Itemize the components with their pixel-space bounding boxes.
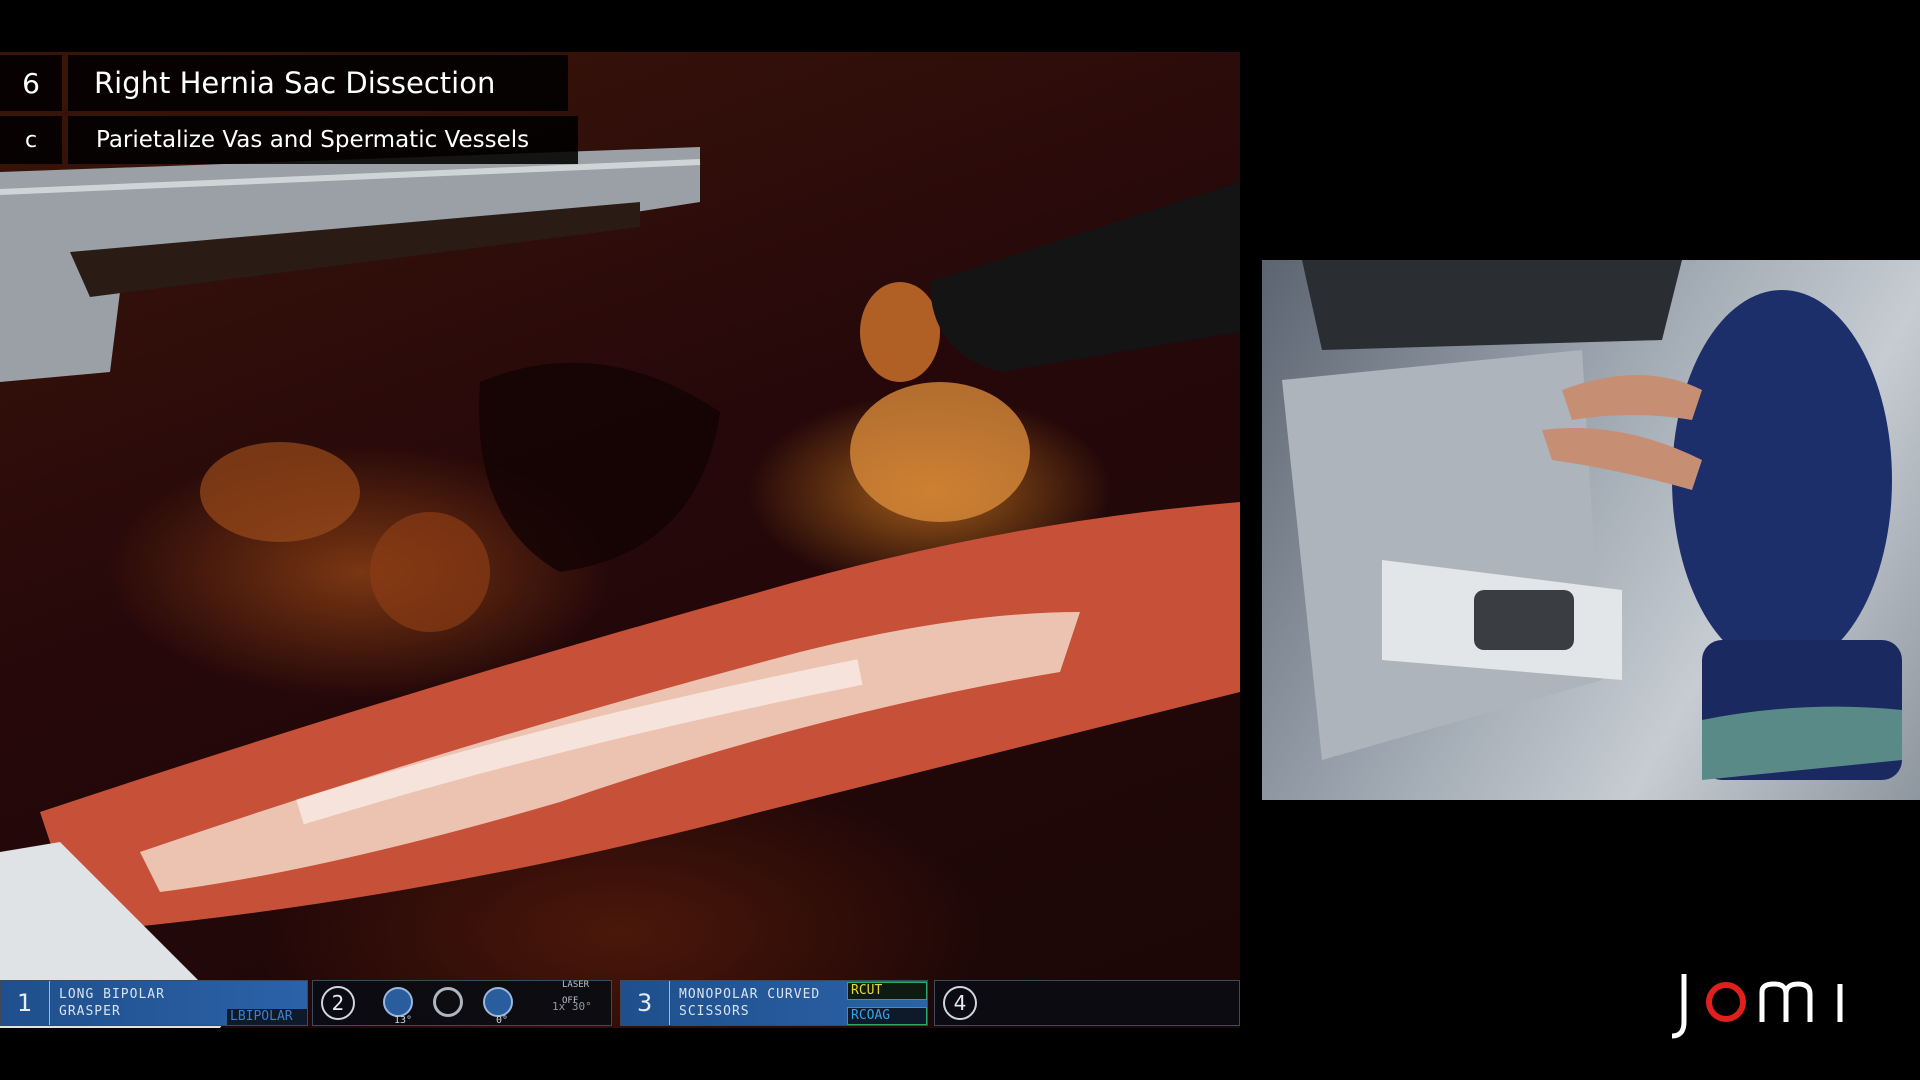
arm-4-number: 4: [943, 986, 977, 1020]
arm-3-tool-name: MONOPOLAR CURVED SCISSORS: [679, 987, 821, 1019]
chapter-title-row: 6 Right Hernia Sac Dissection: [0, 55, 568, 111]
arm-1-tool-name: LONG BIPOLAR GRASPER: [59, 987, 165, 1019]
arm-2-number: 2: [321, 986, 355, 1020]
subchapter-row: c Parietalize Vas and Spermatic Vessels: [0, 116, 578, 164]
arm-2-camera-slot: 2 LASER OFF 13° 0° 1x 30°: [312, 980, 612, 1026]
robot-instrument-hud: 1 LONG BIPOLAR GRASPER LBIPOLAR 2 LASER …: [0, 978, 1240, 1028]
camera-rotate-icon: [433, 987, 463, 1017]
subchapter-letter: c: [0, 116, 62, 164]
arm-1-number: 1: [17, 989, 33, 1017]
arm-3-cut-label: RCUT: [847, 982, 927, 1000]
chapter-number: 6: [0, 55, 62, 111]
camera-right-angle: 0°: [496, 1015, 509, 1026]
arm-3-slot: 3 MONOPOLAR CURVED SCISSORS RCUT RCOAG: [620, 980, 928, 1026]
chapter-title: Right Hernia Sac Dissection: [68, 55, 568, 111]
arm-3-number: 3: [637, 989, 653, 1017]
surgeon-console-illustration: [1282, 260, 1902, 780]
arm-1-slot: 1 LONG BIPOLAR GRASPER LBIPOLAR: [0, 980, 308, 1026]
endoscope-video: [0, 52, 1240, 1028]
subchapter-title: Parietalize Vas and Spermatic Vessels: [68, 116, 578, 164]
arm-4-slot: 4: [934, 980, 1240, 1026]
arm-1-energy-label: LBIPOLAR: [227, 1009, 307, 1025]
surgical-field-illustration: [0, 147, 1240, 1028]
surgeon-console-video: [1262, 260, 1920, 800]
camera-zoom: 1x 30°: [552, 1000, 592, 1013]
arm-3-coag-label: RCOAG: [847, 1007, 927, 1025]
jomi-logo: [1671, 974, 1843, 1039]
camera-left-angle: 13°: [394, 1015, 413, 1026]
